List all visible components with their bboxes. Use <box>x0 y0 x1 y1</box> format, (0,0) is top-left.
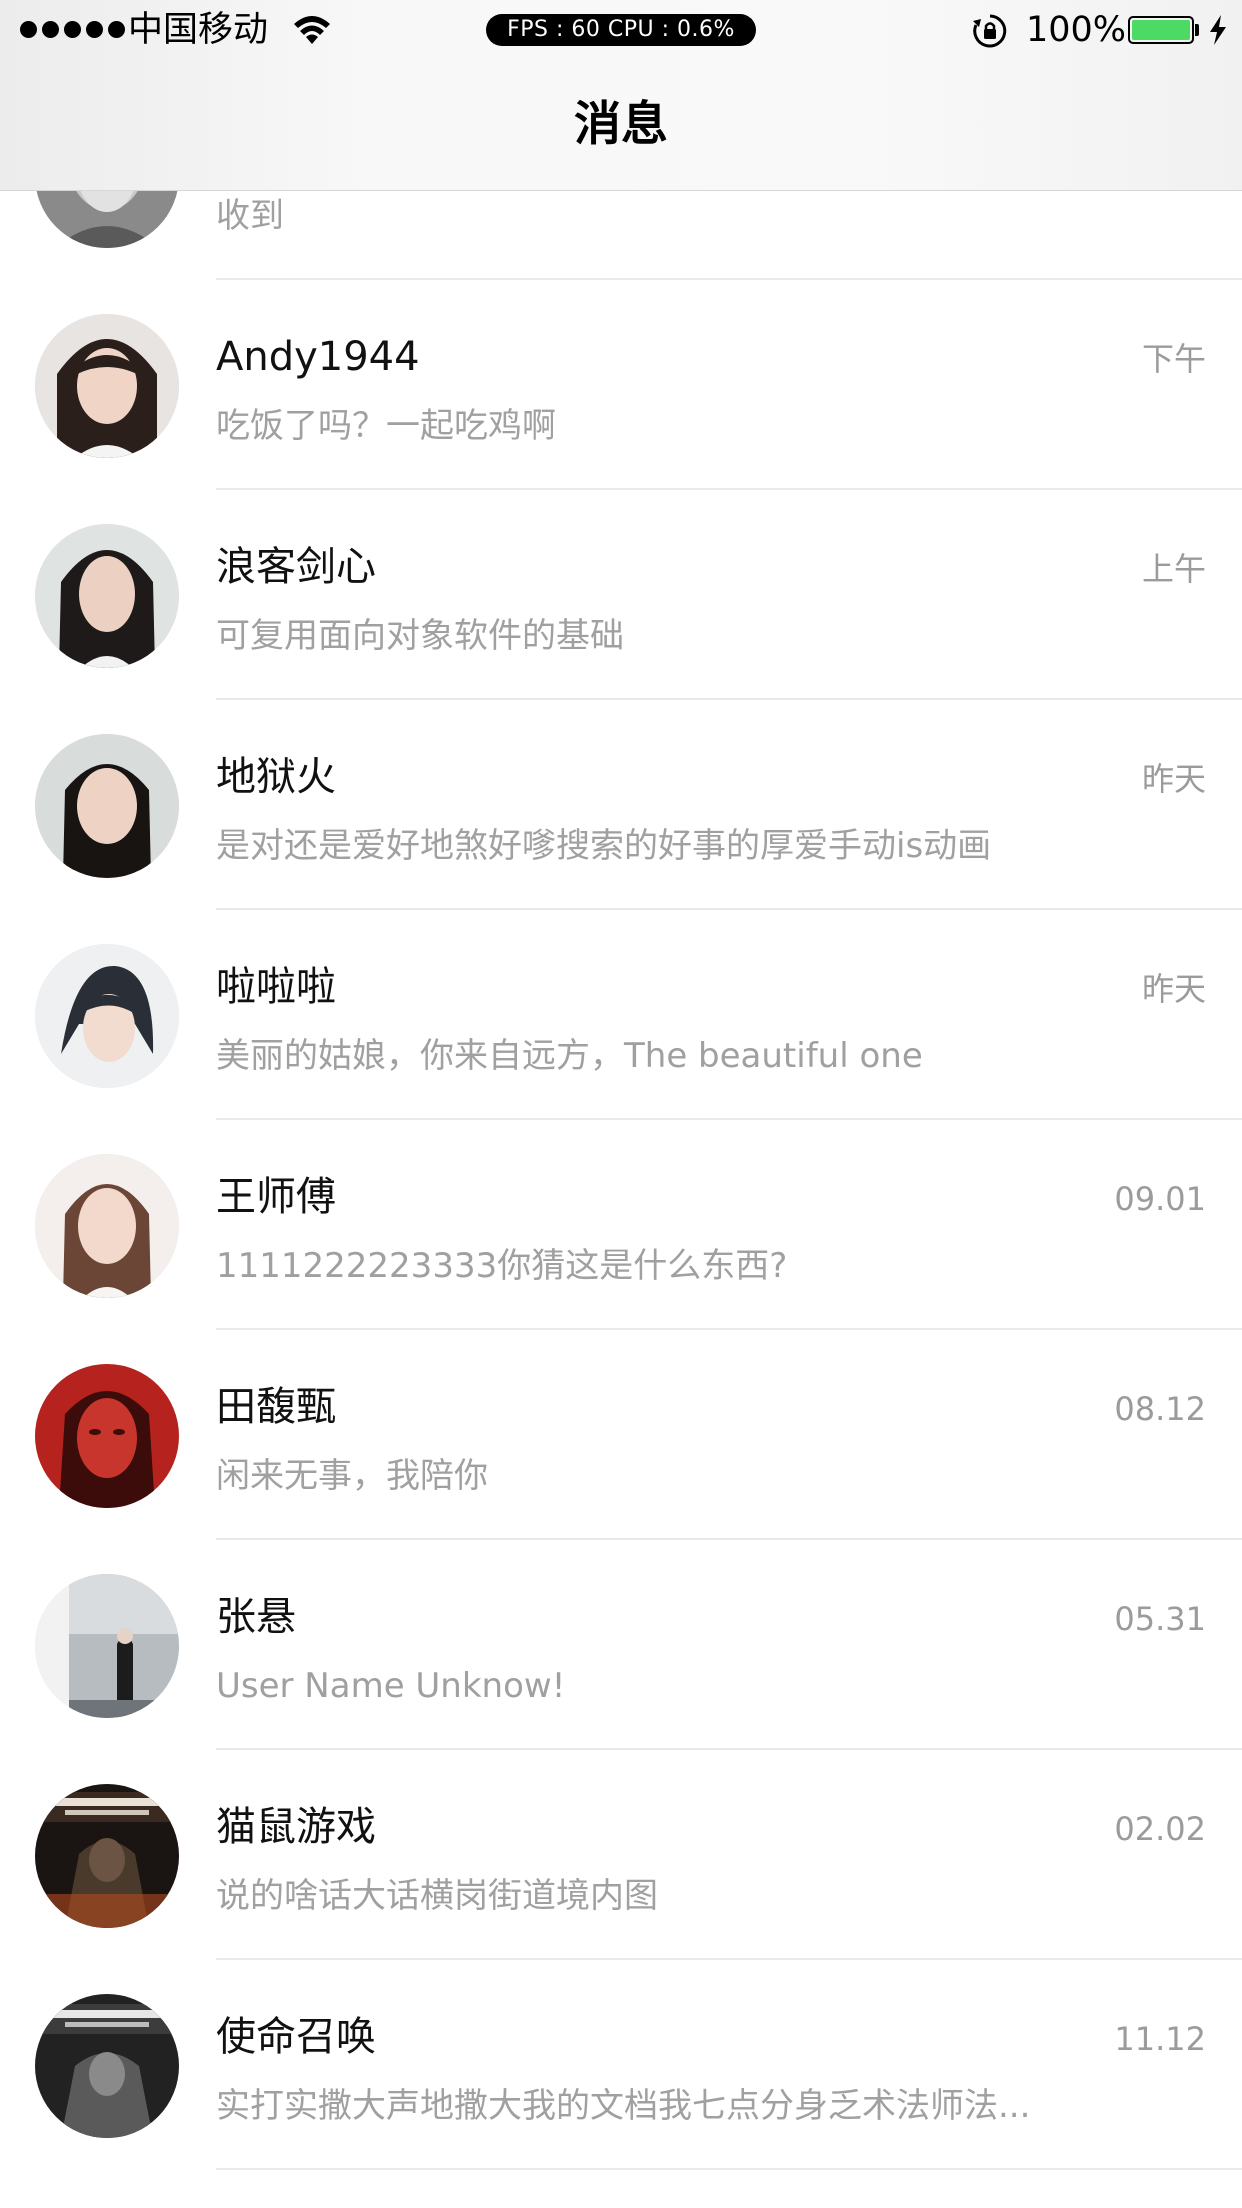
avatar-girl-5-icon <box>35 1154 179 1298</box>
battery-percent: 100% <box>1026 10 1127 50</box>
contact-name: 地狱火 <box>216 754 336 800</box>
message-time: 下午 <box>1141 340 1206 378</box>
wifi-icon <box>294 16 330 44</box>
message-preview: 可复用面向对象软件的基础 <box>216 616 624 656</box>
message-time: 08.12 <box>1114 1390 1206 1428</box>
message-row[interactable]: 啦啦啦 昨天 美丽的姑娘，你来自远方，The beautiful one <box>0 910 1242 1120</box>
battery-icon <box>1128 16 1194 44</box>
avatar-poster-icon <box>35 1574 179 1718</box>
battery-cap <box>1195 24 1199 36</box>
avatar-game-2-icon <box>35 1994 179 2138</box>
status-bar: 中国移动 FPS : 60 CPU : 0.6% 100% <box>0 0 1242 60</box>
message-row[interactable]: 地狱火 昨天 是对还是爱好地煞好嗲搜索的好事的厚爱手动is动画 <box>0 700 1242 910</box>
message-preview: 实打实撒大声地撒大我的文档我七点分身乏术法师法... <box>216 2086 1031 2126</box>
message-row[interactable]: 使命召唤 11.12 实打实撒大声地撒大我的文档我七点分身乏术法师法... <box>0 1960 1242 2170</box>
contact-name: 使命召唤 <box>216 2014 376 2060</box>
avatar-girl-4-icon <box>35 944 179 1088</box>
avatar[interactable] <box>35 1784 179 1928</box>
message-time: 11.12 <box>1114 2020 1206 2058</box>
charging-bolt-icon <box>1210 15 1226 45</box>
message-time: 09.01 <box>1114 1180 1206 1218</box>
message-preview: 闲来无事，我陪你 <box>216 1456 488 1496</box>
contact-name: 啦啦啦 <box>216 964 336 1010</box>
avatar-girl-2-icon <box>35 524 179 668</box>
contact-name: 王师傅 <box>216 1174 336 1220</box>
avatar[interactable] <box>35 524 179 668</box>
orientation-lock-icon <box>973 14 1007 48</box>
message-time: 02.02 <box>1114 1810 1206 1848</box>
contact-name: 田馥甄 <box>216 1384 336 1430</box>
message-row[interactable]: 田馥甄 08.12 闲来无事，我陪你 <box>0 1330 1242 1540</box>
avatar[interactable] <box>35 1574 179 1718</box>
row-divider <box>216 2168 1242 2170</box>
avatar-girl-3-icon <box>35 734 179 878</box>
avatar[interactable] <box>35 1154 179 1298</box>
message-preview: 收到 <box>216 196 284 236</box>
message-preview: 是对还是爱好地煞好嗲搜索的好事的厚爱手动is动画 <box>216 826 992 866</box>
message-row[interactable]: Andy1944 下午 吃饭了吗？一起吃鸡啊 <box>0 280 1242 490</box>
avatar[interactable] <box>35 734 179 878</box>
carrier-label: 中国移动 <box>128 10 269 50</box>
contact-name: 张悬 <box>216 1594 296 1640</box>
message-preview: 吃饭了吗？一起吃鸡啊 <box>216 406 556 446</box>
message-time: 昨天 <box>1141 970 1206 1008</box>
contact-name: 浪客剑心 <box>216 544 376 590</box>
avatar-girl-1-icon <box>35 314 179 458</box>
message-preview: User Name Unknow! <box>216 1666 566 1706</box>
message-time: 上午 <box>1141 550 1206 588</box>
avatar[interactable] <box>35 944 179 1088</box>
message-list[interactable]: 收到 Andy1944 下午 吃饭了吗？一起吃鸡啊 浪客剑心 上午 可复用面向对… <box>0 70 1242 2170</box>
fps-monitor: FPS : 60 CPU : 0.6% <box>486 14 756 46</box>
avatar[interactable] <box>35 1994 179 2138</box>
message-preview: 说的啥话大话横岗街道境内图 <box>216 1876 658 1916</box>
contact-name: 猫鼠游戏 <box>216 1804 376 1850</box>
avatar-game-1-icon <box>35 1784 179 1928</box>
message-preview: 美丽的姑娘，你来自远方，The beautiful one <box>216 1036 923 1076</box>
page-title: 消息 <box>574 97 668 152</box>
avatar[interactable] <box>35 1364 179 1508</box>
avatar-red-icon <box>35 1364 179 1508</box>
messages-screen: 收到 Andy1944 下午 吃饭了吗？一起吃鸡啊 浪客剑心 上午 可复用面向对… <box>0 0 1242 2208</box>
message-row[interactable]: 王师傅 09.01 1111222223333你猜这是什么东西? <box>0 1120 1242 1330</box>
signal-strength-icon <box>20 21 125 38</box>
message-row[interactable]: 猫鼠游戏 02.02 说的啥话大话横岗街道境内图 <box>0 1750 1242 1960</box>
contact-name: Andy1944 <box>216 334 420 380</box>
avatar[interactable] <box>35 314 179 458</box>
message-time: 昨天 <box>1141 760 1206 798</box>
battery-level-fill <box>1132 20 1190 40</box>
message-row[interactable]: 浪客剑心 上午 可复用面向对象软件的基础 <box>0 490 1242 700</box>
message-time: 05.31 <box>1114 1600 1206 1638</box>
message-row[interactable]: 张悬 05.31 User Name Unknow! <box>0 1540 1242 1750</box>
message-preview: 1111222223333你猜这是什么东西? <box>216 1246 788 1286</box>
top-bar: 中国移动 FPS : 60 CPU : 0.6% 100% 消息 <box>0 0 1242 191</box>
